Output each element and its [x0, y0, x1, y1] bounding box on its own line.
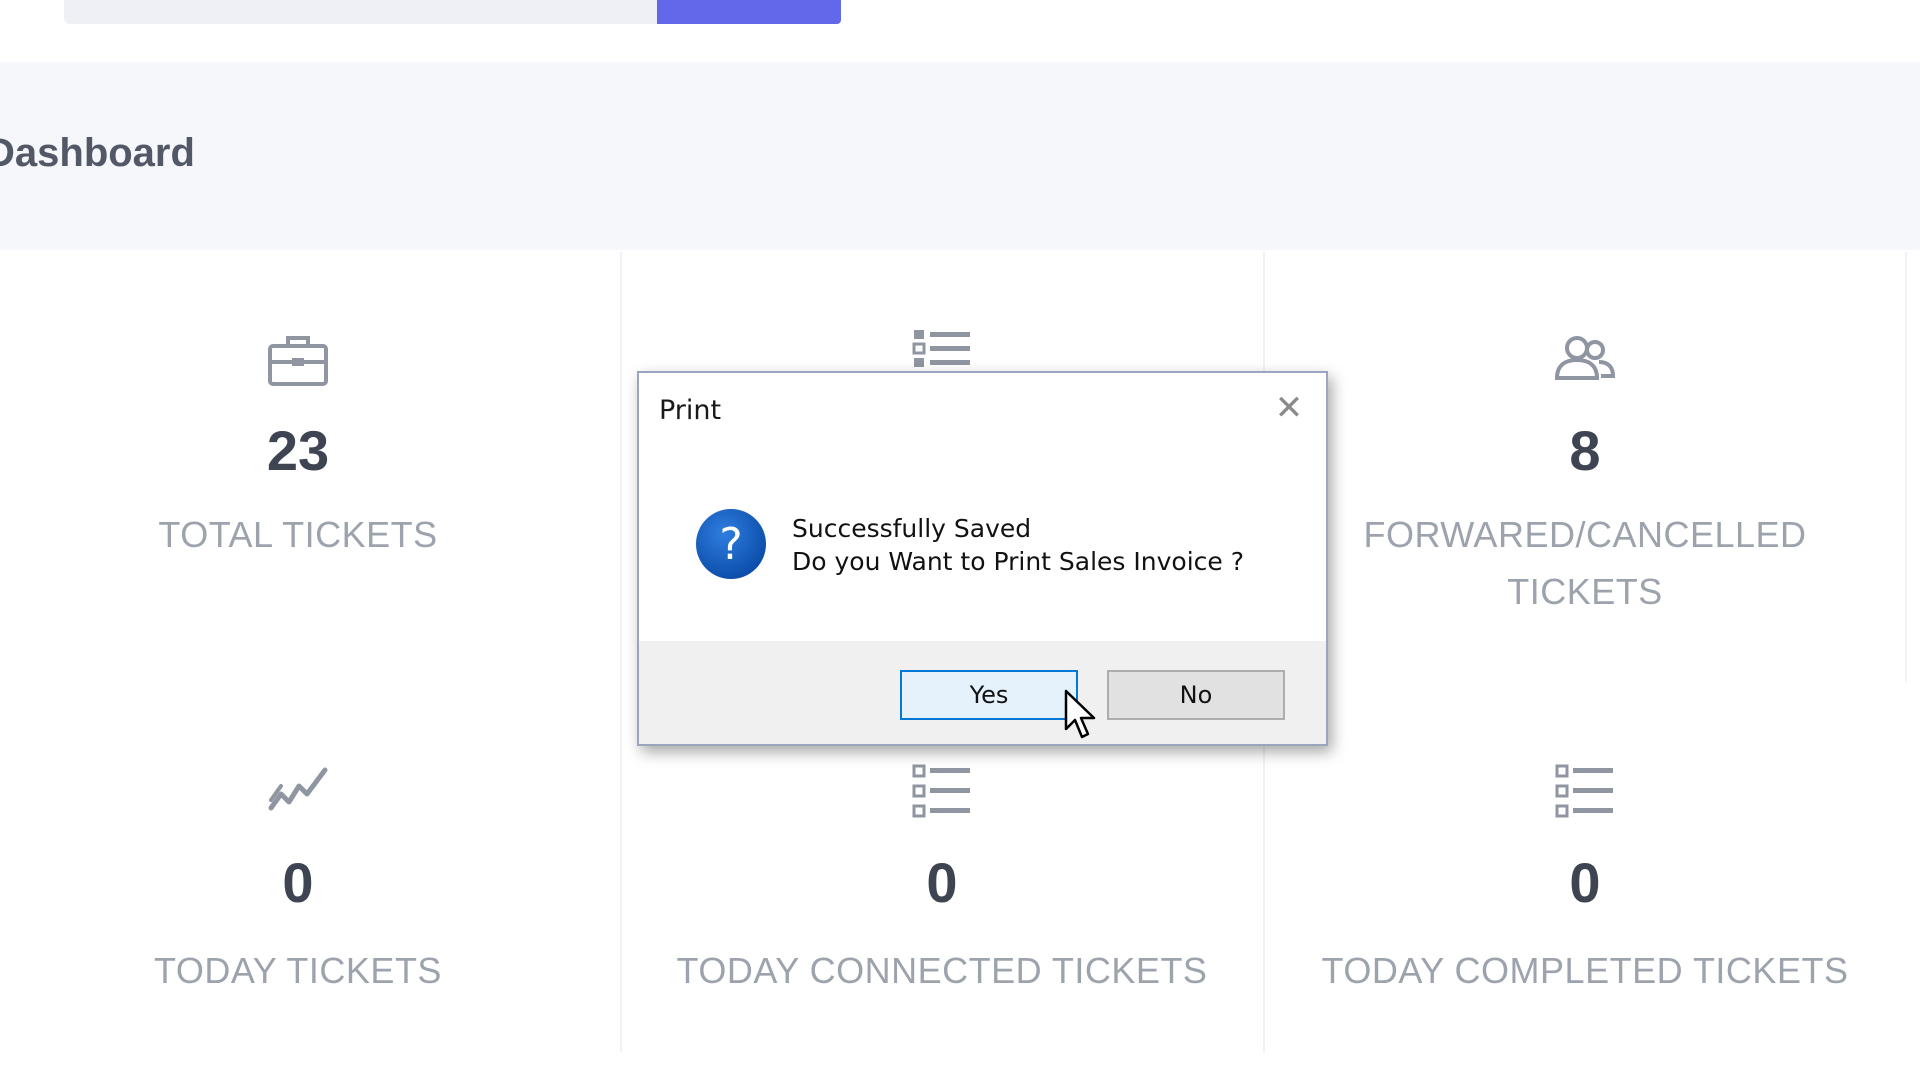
- stat-value: 23: [266, 419, 330, 482]
- stat-card-today-tickets: 0 TODAY TICKETS: [0, 700, 596, 1050]
- yes-button[interactable]: Yes: [900, 670, 1078, 720]
- stat-value: 8: [1569, 419, 1601, 482]
- stat-label: TODAY COMPLETED TICKETS: [1321, 950, 1849, 991]
- stat-value: 0: [1569, 851, 1601, 914]
- stat-label: TODAY CONNECTED TICKETS: [676, 950, 1208, 991]
- page-title: Dashboard: [0, 131, 195, 175]
- dialog-title: Print: [659, 395, 722, 426]
- mouse-pointer-icon: [1064, 689, 1096, 739]
- briefcase-icon: [268, 336, 328, 386]
- list-icon: [912, 330, 970, 367]
- stat-card-today-connected: 0 TODAY CONNECTED TICKETS: [622, 700, 1262, 1050]
- search-input[interactable]: [64, 0, 657, 24]
- page-header: [0, 62, 1920, 250]
- question-icon: ?: [696, 509, 766, 579]
- trend-icon: [268, 767, 328, 811]
- users-icon: [1554, 336, 1616, 380]
- svg-text:?: ?: [719, 519, 742, 570]
- no-button[interactable]: No: [1107, 670, 1285, 720]
- stat-label: TICKETS: [1507, 571, 1663, 612]
- stat-card-today-completed: 0 TODAY COMPLETED TICKETS: [1265, 700, 1905, 1050]
- dialog-message-line2: Do you Want to Print Sales Invoice ?: [792, 547, 1244, 576]
- stat-card-forwarded-cancelled: 8 FORWARED/CANCELLED TICKETS: [1265, 252, 1905, 672]
- list-icon: [1555, 764, 1613, 818]
- stat-value: 0: [282, 851, 314, 914]
- print-dialog: Print ✕ ? Successfully Saved Do you Want…: [637, 371, 1328, 746]
- stat-card-total-tickets: 23 TOTAL TICKETS: [0, 252, 596, 672]
- close-icon[interactable]: ✕: [1272, 391, 1306, 425]
- card-divider: [1905, 252, 1907, 682]
- stat-label: TOTAL TICKETS: [158, 514, 438, 555]
- list-icon: [912, 764, 970, 818]
- dialog-message-line1: Successfully Saved: [792, 514, 1032, 543]
- stat-label: TODAY TICKETS: [154, 950, 442, 991]
- dashboard-page: Dashboard 23 TOTAL TICKETS 8 FORWARED/CA…: [0, 0, 1920, 1080]
- stat-label: FORWARED/CANCELLED: [1363, 514, 1807, 555]
- search-button[interactable]: [657, 0, 841, 24]
- dialog-footer: Yes No: [639, 641, 1326, 744]
- stat-value: 0: [926, 851, 958, 914]
